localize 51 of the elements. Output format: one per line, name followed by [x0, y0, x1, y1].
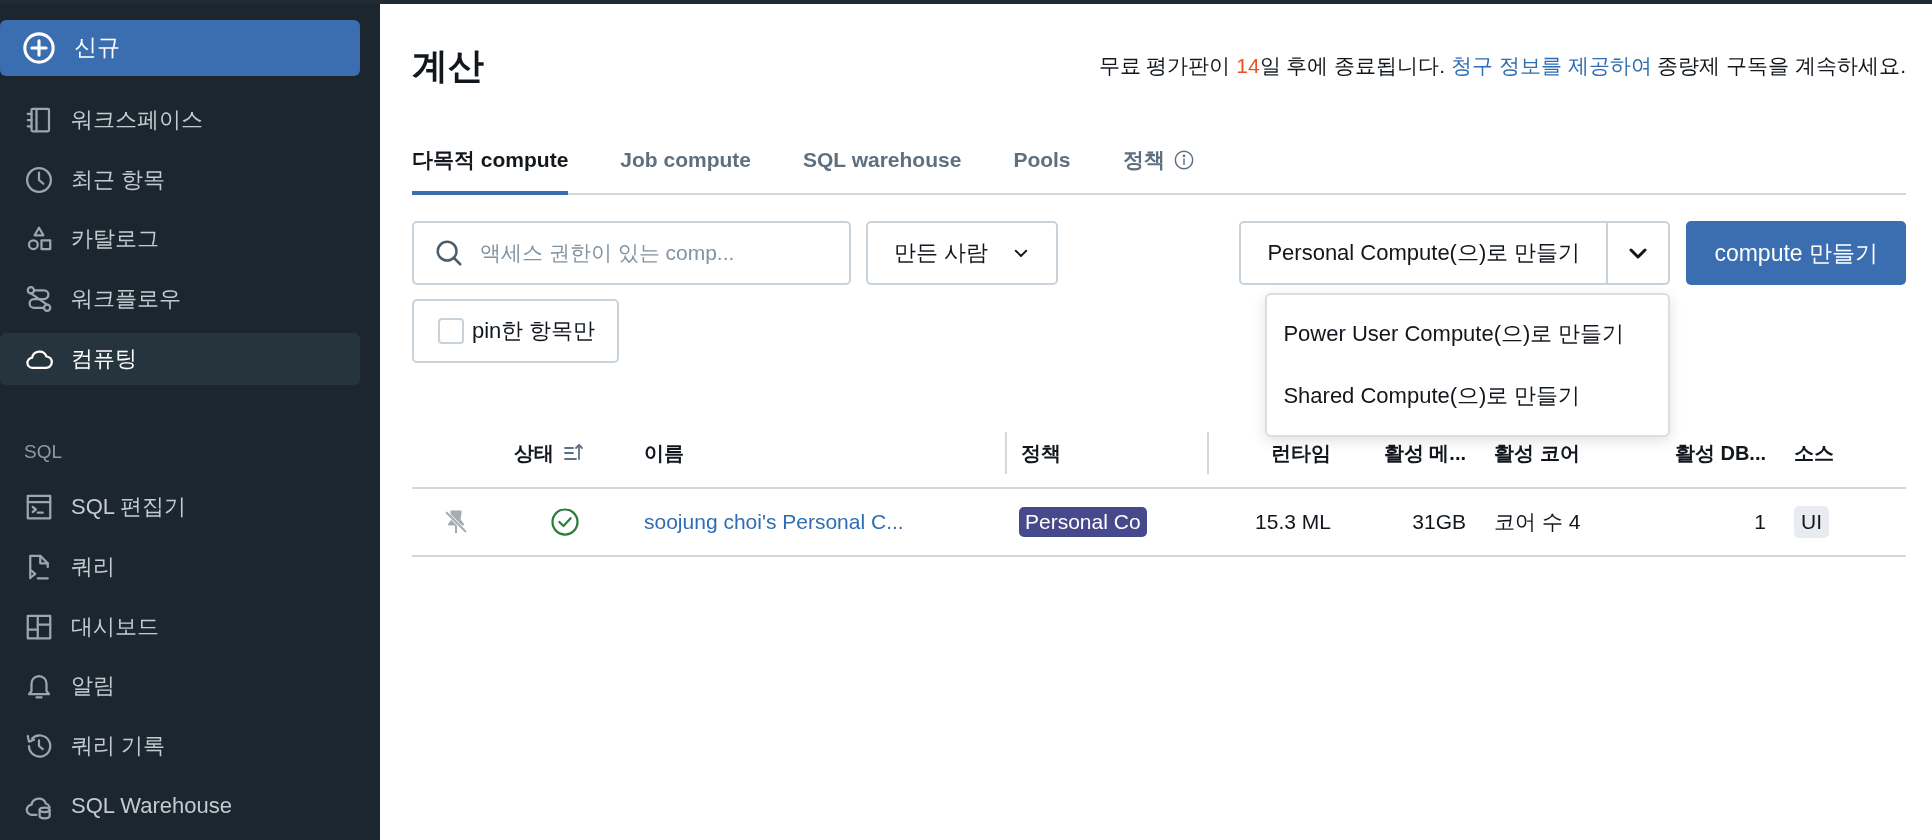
table-cell: 15.3 ML — [1255, 510, 1331, 534]
nav-item[interactable]: 쿼리 — [0, 540, 360, 593]
nav-item[interactable]: 쿼리 기록 — [0, 720, 360, 773]
nav-item[interactable]: 알림 — [0, 660, 360, 713]
create-personal-button[interactable]: Personal Compute(으)로 만들기 — [1239, 221, 1609, 285]
nav-item[interactable]: 최근 항목 — [0, 153, 360, 206]
source-tag: UI — [1794, 506, 1829, 538]
column-header[interactable]: 런타임 — [1271, 439, 1331, 467]
nav-item[interactable]: 카탈로그 — [0, 213, 360, 266]
table-cell: 1 — [1754, 510, 1766, 534]
page-title: 계산 — [412, 43, 484, 88]
nav-item[interactable]: SQL Warehouse — [0, 780, 360, 832]
tab[interactable]: 다목적 compute — [412, 128, 569, 195]
column-header[interactable]: 소스 — [1794, 439, 1834, 467]
menu-item[interactable]: Power User Compute(으)로 만들기 — [1267, 303, 1669, 365]
plus-circle-icon — [22, 30, 56, 65]
search-icon — [434, 238, 464, 268]
tab[interactable]: 정책 — [1122, 128, 1195, 195]
table-cell-text: 코어 수 4 — [1494, 509, 1581, 535]
trial-notice: 무료 평가판이 14일 후에 종료됩니다. 청구 정보를 제공하여 종량제 구독을 계속하세요. — [1098, 53, 1906, 79]
tab[interactable]: Pools — [1013, 128, 1071, 195]
table-cell: 31GB — [1412, 510, 1466, 534]
nav-item[interactable]: 컴퓨팅 — [0, 333, 360, 385]
clock-icon — [24, 164, 54, 195]
policy-tag: Personal Co — [1019, 507, 1147, 537]
column-header[interactable]: 활성 코어 — [1494, 439, 1580, 467]
column-header[interactable]: 활성 DB... — [1674, 439, 1766, 467]
nav-item[interactable]: 대시보드 — [0, 600, 360, 653]
create-compute-button[interactable]: compute 만들기 — [1686, 221, 1906, 285]
pinned-only-filter[interactable]: pin한 항목만 — [412, 299, 620, 363]
nav-item[interactable]: 워크스페이스 — [0, 93, 360, 146]
dropdown-button[interactable] — [1608, 221, 1671, 285]
tab[interactable]: SQL warehouse — [803, 128, 962, 195]
checkbox[interactable] — [438, 318, 464, 344]
info-icon — [1172, 148, 1195, 171]
nav-item[interactable]: SQL 편집기 — [0, 480, 360, 533]
creator-filter[interactable]: 만든 사람 — [866, 221, 1059, 285]
menu-item[interactable]: Shared Compute(으)로 만들기 — [1267, 365, 1669, 427]
unpin-icon[interactable] — [442, 508, 470, 536]
section-heading: SQL — [23, 439, 64, 464]
compute-name-link[interactable]: soojung choi's Personal C... — [644, 510, 904, 534]
column-header[interactable]: 정책 — [1021, 439, 1061, 467]
nav-item[interactable]: 워크플로우 — [0, 273, 360, 326]
new-button[interactable]: 신규 — [0, 20, 360, 76]
column-header[interactable]: 활성 메... — [1383, 439, 1466, 467]
workflow-icon — [24, 284, 54, 315]
tab[interactable]: Job compute — [620, 128, 752, 195]
column-header[interactable]: 이름 — [644, 439, 684, 467]
column-header[interactable]: 상태 — [514, 439, 554, 467]
search-field[interactable]: 액세스 권한이 있는 comp... — [412, 221, 851, 285]
billing-link[interactable]: 청구 정보를 제공하여 — [1451, 54, 1652, 77]
